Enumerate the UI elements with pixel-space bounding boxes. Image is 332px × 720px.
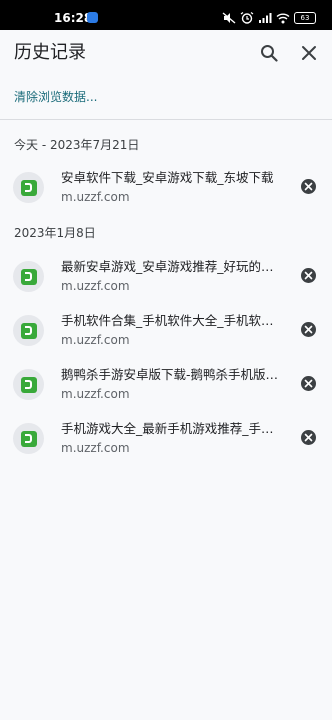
site-favicon bbox=[13, 369, 44, 400]
site-favicon bbox=[13, 172, 44, 203]
history-item-url: m.uzzf.com bbox=[61, 333, 130, 347]
close-icon bbox=[304, 182, 313, 191]
section-header-today: 今天 - 2023年7月21日 bbox=[14, 138, 140, 152]
history-item[interactable]: 安卓软件下载_安卓游戏下载_东坡下载 m.uzzf.com bbox=[0, 163, 332, 215]
history-item-url: m.uzzf.com bbox=[61, 279, 130, 293]
divider bbox=[0, 119, 332, 120]
favicon-icon bbox=[20, 179, 37, 196]
cell-signal-icon bbox=[259, 13, 272, 23]
battery-icon: 63 bbox=[294, 12, 316, 24]
page-title: 历史记录 bbox=[14, 42, 86, 63]
favicon-icon bbox=[20, 376, 37, 393]
remove-item-button[interactable] bbox=[301, 179, 316, 194]
remove-item-button[interactable] bbox=[301, 268, 316, 283]
history-item[interactable]: 鹅鸭杀手游安卓版下载-鹅鸭杀手机版下载 m.uzzf.com bbox=[0, 360, 332, 412]
site-favicon bbox=[13, 315, 44, 346]
history-item-url: m.uzzf.com bbox=[61, 190, 130, 204]
status-icons: 63 bbox=[222, 11, 316, 25]
history-item-url: m.uzzf.com bbox=[61, 441, 130, 455]
history-item-title: 最新安卓游戏_安卓游戏推荐_好玩的安卓游戏 bbox=[61, 259, 279, 274]
favicon-icon bbox=[20, 430, 37, 447]
search-button[interactable] bbox=[256, 40, 282, 66]
history-item-title: 手机游戏大全_最新手机游戏推荐_手机游戏下载 bbox=[61, 421, 279, 436]
mute-icon bbox=[222, 12, 236, 24]
history-item-title: 鹅鸭杀手游安卓版下载-鹅鸭杀手机版下载 bbox=[61, 367, 279, 382]
remove-item-button[interactable] bbox=[301, 322, 316, 337]
history-item[interactable]: 手机游戏大全_最新手机游戏推荐_手机游戏下载 m.uzzf.com bbox=[0, 414, 332, 466]
wifi-icon bbox=[276, 13, 290, 24]
remove-item-button[interactable] bbox=[301, 376, 316, 391]
close-button[interactable] bbox=[296, 40, 322, 66]
search-icon bbox=[261, 45, 278, 62]
remove-item-button[interactable] bbox=[301, 430, 316, 445]
close-icon bbox=[302, 46, 316, 60]
favicon-icon bbox=[20, 268, 37, 285]
site-favicon bbox=[13, 423, 44, 454]
alarm-icon bbox=[240, 12, 254, 24]
top-app-bar: 历史记录 bbox=[0, 30, 332, 76]
app-notification-icon bbox=[87, 12, 98, 23]
close-icon bbox=[304, 379, 313, 388]
status-bar: 16:28 63 bbox=[0, 0, 332, 30]
history-item-title: 手机软件合集_手机软件大全_手机软件下载 bbox=[61, 313, 279, 328]
history-item[interactable]: 最新安卓游戏_安卓游戏推荐_好玩的安卓游戏 m.uzzf.com bbox=[0, 252, 332, 304]
history-item-url: m.uzzf.com bbox=[61, 387, 130, 401]
close-icon bbox=[304, 271, 313, 280]
clear-browsing-data-link[interactable]: 清除浏览数据... bbox=[14, 89, 97, 105]
close-icon bbox=[304, 433, 313, 442]
favicon-icon bbox=[20, 322, 37, 339]
close-icon bbox=[304, 325, 313, 334]
section-header-date: 2023年1月8日 bbox=[14, 226, 96, 240]
history-item-title: 安卓软件下载_安卓游戏下载_东坡下载 bbox=[61, 170, 274, 185]
history-item[interactable]: 手机软件合集_手机软件大全_手机软件下载 m.uzzf.com bbox=[0, 306, 332, 358]
site-favicon bbox=[13, 261, 44, 292]
